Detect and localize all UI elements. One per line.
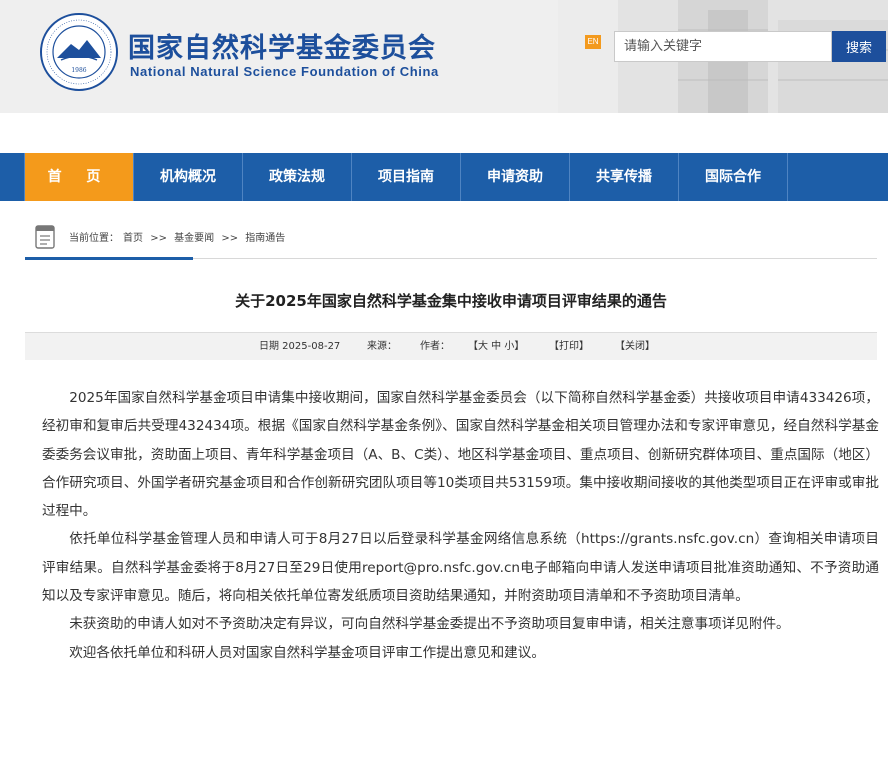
article-meta: 日期 2025-08-27 来源： 作者： 【大 中 小】 【打印】 【关闭】	[25, 332, 877, 360]
print-link[interactable]: 【打印】	[549, 333, 589, 361]
article-paragraph: 依托单位科学基金管理人员和申请人可于8月27日以后登录科学基金网络信息系统（ht…	[42, 531, 879, 605]
breadcrumb-prefix: 当前位置：	[69, 233, 119, 244]
search-button[interactable]: 搜索	[832, 31, 886, 62]
breadcrumb: 当前位置： 首页 >> 基金要闻 >> 指南通告	[25, 217, 877, 260]
font-size-toggle[interactable]: 【大 中 小】	[468, 333, 524, 361]
logo-year: 1986	[71, 67, 86, 74]
nav-item-policy[interactable]: 政策法规	[243, 153, 352, 201]
article-paragraph: 未获资助的申请人如对不予资助决定有异议，可向自然科学基金委提出不予资助项目复审申…	[69, 616, 790, 633]
nav-item-about[interactable]: 机构概况	[134, 153, 243, 201]
nav-item-guide[interactable]: 项目指南	[352, 153, 461, 201]
search-input[interactable]	[614, 31, 832, 62]
breadcrumb-level1[interactable]: 基金要闻	[174, 233, 214, 244]
breadcrumb-accent-bar	[25, 257, 193, 260]
article-author: 作者：	[420, 341, 450, 352]
nav-item-home[interactable]: 首 页	[25, 153, 134, 201]
article-date: 日期 2025-08-27	[259, 341, 341, 352]
article-paragraph: 2025年国家自然科学基金项目申请集中接收期间，国家自然科学基金委员会（以下简称…	[42, 390, 879, 520]
site-title-cn: 国家自然科学基金委员会	[128, 33, 436, 64]
article-body: 2025年国家自然科学基金项目申请集中接收期间，国家自然科学基金委员会（以下简称…	[42, 384, 879, 667]
site-title-en: National Natural Science Foundation of C…	[130, 64, 439, 79]
breadcrumb-separator: >>	[221, 233, 239, 244]
document-icon	[35, 225, 55, 249]
english-version-link[interactable]: EN	[585, 35, 601, 49]
nav-item-share[interactable]: 共享传播	[570, 153, 679, 201]
article-source: 来源：	[367, 341, 397, 352]
breadcrumb-text: 当前位置： 首页 >> 基金要闻 >> 指南通告	[69, 229, 289, 244]
nsfc-logo[interactable]: 1986	[39, 12, 119, 92]
nav-item-apply[interactable]: 申请资助	[461, 153, 570, 201]
close-link[interactable]: 【关闭】	[615, 333, 655, 361]
breadcrumb-level2[interactable]: 指南通告	[245, 233, 285, 244]
main-nav: 首 页 机构概况 政策法规 项目指南 申请资助 共享传播 国际合作	[0, 153, 888, 201]
site-header: 1986 国家自然科学基金委员会 National Natural Scienc…	[0, 0, 888, 113]
breadcrumb-home[interactable]: 首页	[123, 233, 143, 244]
breadcrumb-separator: >>	[150, 233, 167, 244]
nav-spacer	[0, 153, 25, 201]
article-title: 关于2025年国家自然科学基金集中接收申请项目评审结果的通告	[235, 292, 667, 310]
nav-item-international[interactable]: 国际合作	[679, 153, 788, 201]
article-paragraph: 欢迎各依托单位和科研人员对国家自然科学基金项目评审工作提出意见和建议。	[69, 644, 545, 661]
